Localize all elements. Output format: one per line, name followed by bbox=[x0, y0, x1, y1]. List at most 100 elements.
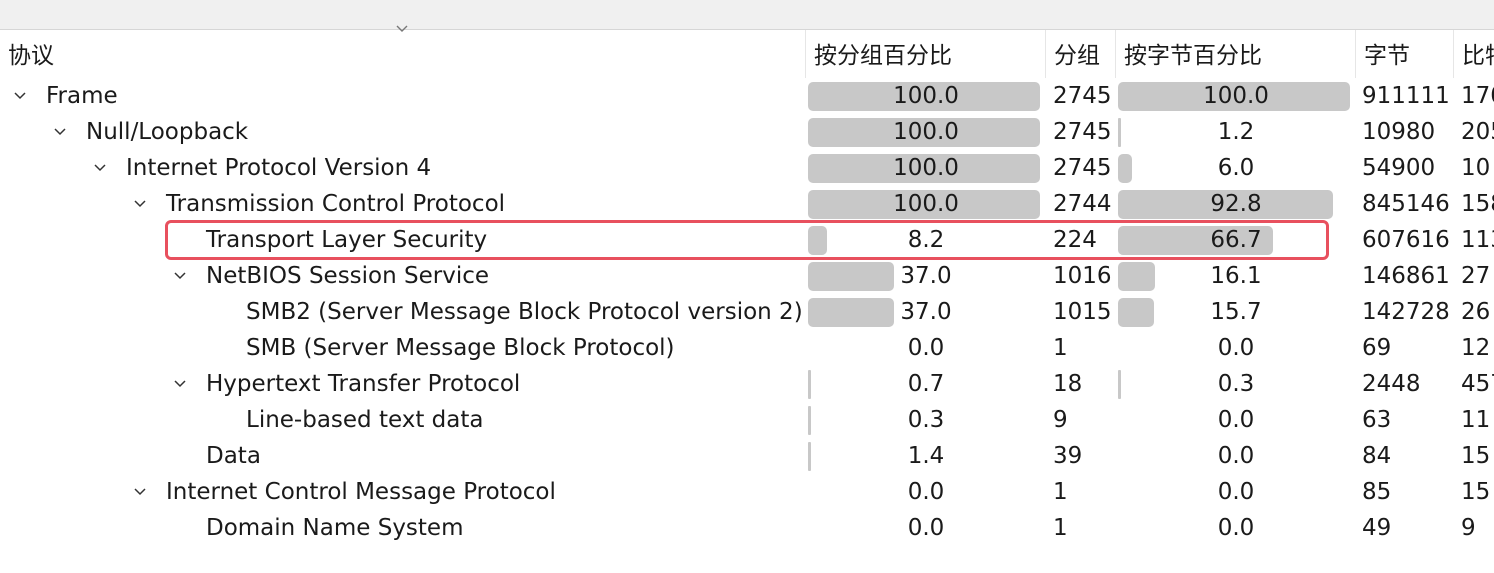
tree-row[interactable]: Internet Control Message Protocol 0.0 1 … bbox=[0, 474, 1494, 510]
percent-bytes-cell: 0.0 bbox=[1116, 438, 1356, 474]
tree-row[interactable]: NetBIOS Session Service 37.0 1016 16.1 1… bbox=[0, 258, 1494, 294]
tree-row[interactable]: Internet Protocol Version 4 100.0 2745 6… bbox=[0, 150, 1494, 186]
column-header-bits[interactable]: 比特 bbox=[1454, 30, 1494, 78]
bytes-cell: 84 bbox=[1362, 443, 1392, 469]
tree-row[interactable]: SMB (Server Message Block Protocol) 0.0 … bbox=[0, 330, 1494, 366]
bits-cell: 27 bbox=[1461, 263, 1491, 289]
chevron-down-icon[interactable] bbox=[172, 268, 188, 284]
protocol-cell: Data bbox=[0, 438, 806, 474]
bits-cell: 113 bbox=[1461, 227, 1494, 253]
percent-bytes-value: 15.7 bbox=[1210, 299, 1262, 325]
bytes-cell: 845146 bbox=[1362, 191, 1450, 217]
protocol-cell: NetBIOS Session Service bbox=[0, 258, 806, 294]
bits-cell: 9 bbox=[1461, 515, 1476, 541]
percent-packets-cell: 37.0 bbox=[806, 294, 1046, 330]
packets-cell: 39 bbox=[1053, 443, 1083, 469]
percent-packets-value: 100.0 bbox=[893, 191, 959, 217]
tree-row[interactable]: Data 1.4 39 0.0 84 15 bbox=[0, 438, 1494, 474]
percent-bytes-cell: 0.0 bbox=[1116, 330, 1356, 366]
chevron-down-icon[interactable] bbox=[92, 160, 108, 176]
chevron-down-icon[interactable] bbox=[172, 376, 188, 392]
percent-bytes-cell: 0.0 bbox=[1116, 510, 1356, 546]
percent-bytes-cell: 0.0 bbox=[1116, 402, 1356, 438]
percent-bytes-cell: 16.1 bbox=[1116, 258, 1356, 294]
tree-row[interactable]: Transport Layer Security 8.2 224 66.7 60… bbox=[0, 222, 1494, 258]
percent-packets-value: 0.0 bbox=[907, 335, 945, 361]
toolbar-strip bbox=[0, 0, 1494, 30]
tree-row[interactable]: Line-based text data 0.3 9 0.0 63 11 bbox=[0, 402, 1494, 438]
column-header-protocol[interactable]: 协议 bbox=[0, 30, 806, 78]
protocol-name: Null/Loopback bbox=[86, 119, 249, 145]
chevron-down-icon[interactable] bbox=[52, 124, 68, 140]
protocol-name: Line-based text data bbox=[246, 407, 484, 433]
bits-cell: 15 bbox=[1461, 443, 1491, 469]
protocol-name: Transmission Control Protocol bbox=[166, 191, 506, 217]
column-header-row: 协议 按分组百分比 分组 按字节百分比 字节 比特 bbox=[0, 30, 1494, 78]
tree-row[interactable]: SMB2 (Server Message Block Protocol vers… bbox=[0, 294, 1494, 330]
packets-cell: 1 bbox=[1053, 515, 1068, 541]
packets-cell: 1 bbox=[1053, 335, 1068, 361]
tree-row[interactable]: Frame 100.0 2745 100.0 911111 170 bbox=[0, 78, 1494, 114]
protocol-name: SMB (Server Message Block Protocol) bbox=[246, 335, 675, 361]
bytes-cell: 49 bbox=[1362, 515, 1392, 541]
percent-packets-value: 100.0 bbox=[893, 83, 959, 109]
percent-bytes-cell: 6.0 bbox=[1116, 150, 1356, 186]
packets-cell: 2745 bbox=[1053, 119, 1112, 145]
tree-row[interactable]: Transmission Control Protocol 100.0 2744… bbox=[0, 186, 1494, 222]
protocol-name: Hypertext Transfer Protocol bbox=[206, 371, 521, 397]
percent-bytes-cell: 0.0 bbox=[1116, 474, 1356, 510]
percent-packets-value: 0.3 bbox=[907, 407, 945, 433]
percent-packets-cell: 100.0 bbox=[806, 150, 1046, 186]
percent-bytes-cell: 15.7 bbox=[1116, 294, 1356, 330]
protocol-name: Frame bbox=[46, 83, 118, 109]
bytes-cell: 911111 bbox=[1362, 83, 1450, 109]
protocol-cell: Frame bbox=[0, 78, 806, 114]
protocol-cell: Transmission Control Protocol bbox=[0, 186, 806, 222]
column-header-packets[interactable]: 分组 bbox=[1046, 30, 1116, 78]
sort-descending-icon[interactable] bbox=[394, 24, 410, 36]
percent-packets-cell: 1.4 bbox=[806, 438, 1046, 474]
protocol-cell: Domain Name System bbox=[0, 510, 806, 546]
bytes-cell: 142728 bbox=[1362, 299, 1450, 325]
percent-packets-cell: 0.0 bbox=[806, 474, 1046, 510]
percent-bytes-value: 66.7 bbox=[1210, 227, 1262, 253]
tree-row[interactable]: Domain Name System 0.0 1 0.0 49 9 bbox=[0, 510, 1494, 546]
chevron-down-icon[interactable] bbox=[132, 196, 148, 212]
percent-bytes-cell: 66.7 bbox=[1116, 222, 1356, 258]
bytes-cell: 54900 bbox=[1362, 155, 1436, 181]
percent-bytes-value: 0.0 bbox=[1217, 479, 1255, 505]
chevron-down-icon[interactable] bbox=[132, 484, 148, 500]
percent-bytes-cell: 1.2 bbox=[1116, 114, 1356, 150]
bytes-cell: 69 bbox=[1362, 335, 1392, 361]
packets-cell: 1 bbox=[1053, 479, 1068, 505]
chevron-down-icon[interactable] bbox=[12, 88, 28, 104]
protocol-name: NetBIOS Session Service bbox=[206, 263, 490, 289]
percent-packets-value: 0.7 bbox=[907, 371, 945, 397]
bytes-cell: 146861 bbox=[1362, 263, 1450, 289]
packets-cell: 1015 bbox=[1053, 299, 1112, 325]
column-header-bytes[interactable]: 字节 bbox=[1356, 30, 1454, 78]
protocol-cell: Internet Protocol Version 4 bbox=[0, 150, 806, 186]
percent-packets-cell: 0.7 bbox=[806, 366, 1046, 402]
column-header-percent-packets[interactable]: 按分组百分比 bbox=[806, 30, 1046, 78]
percent-packets-value: 37.0 bbox=[900, 299, 952, 325]
column-header-percent-bytes[interactable]: 按字节百分比 bbox=[1116, 30, 1356, 78]
percent-packets-cell: 100.0 bbox=[806, 114, 1046, 150]
percent-packets-cell: 100.0 bbox=[806, 78, 1046, 114]
bits-cell: 26 bbox=[1461, 299, 1491, 325]
packets-cell: 18 bbox=[1053, 371, 1083, 397]
protocol-name: Internet Protocol Version 4 bbox=[126, 155, 432, 181]
percent-packets-cell: 37.0 bbox=[806, 258, 1046, 294]
tree-row[interactable]: Hypertext Transfer Protocol 0.7 18 0.3 2… bbox=[0, 366, 1494, 402]
percent-packets-value: 1.4 bbox=[907, 443, 945, 469]
tree-row[interactable]: Null/Loopback 100.0 2745 1.2 10980 205 bbox=[0, 114, 1494, 150]
packets-cell: 2744 bbox=[1053, 191, 1112, 217]
percent-bytes-value: 6.0 bbox=[1217, 155, 1255, 181]
percent-bytes-value: 92.8 bbox=[1210, 191, 1262, 217]
protocol-cell: Line-based text data bbox=[0, 402, 806, 438]
percent-packets-cell: 0.0 bbox=[806, 510, 1046, 546]
percent-bytes-cell: 100.0 bbox=[1116, 78, 1356, 114]
percent-bytes-value: 0.0 bbox=[1217, 515, 1255, 541]
percent-bytes-value: 0.0 bbox=[1217, 407, 1255, 433]
percent-packets-value: 0.0 bbox=[907, 515, 945, 541]
